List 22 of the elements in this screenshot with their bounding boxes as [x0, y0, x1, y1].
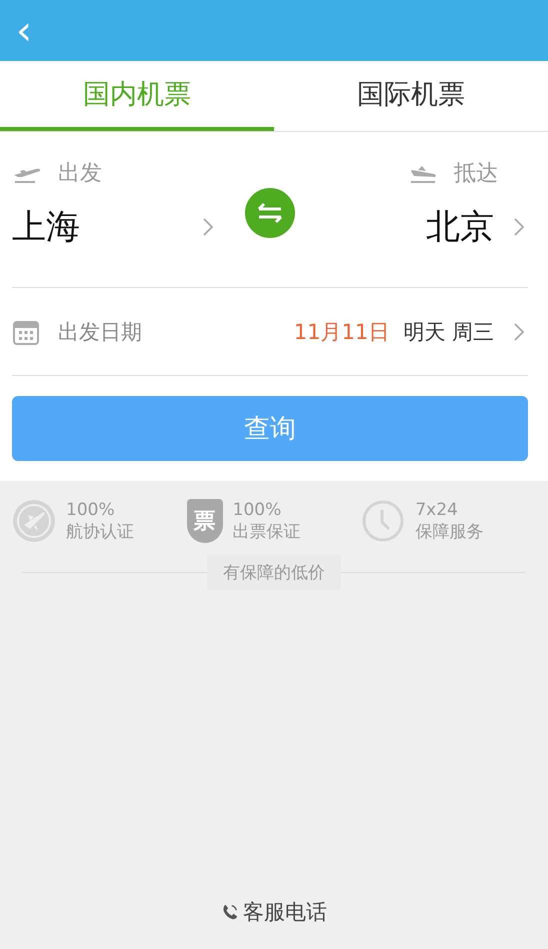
- tab[interactable]: 国际机票: [274, 61, 548, 131]
- arrival-city-selector[interactable]: 北京: [323, 204, 528, 250]
- departure-city-selector[interactable]: 上海: [12, 204, 217, 250]
- guarantee-label: 保障服务: [415, 520, 484, 542]
- slogan-label: 有保障的低价: [207, 555, 341, 590]
- guarantee-label: 出票保证: [232, 520, 301, 542]
- guarantee-figure: 7x24: [415, 500, 459, 520]
- departure-label: 出发: [58, 160, 102, 188]
- airplane-seal-icon: [12, 499, 56, 543]
- clock-icon: [361, 499, 406, 543]
- guarantee-label: 航协认证: [66, 520, 134, 542]
- chevron-icon: [514, 322, 524, 340]
- customer-service-link[interactable]: 客服电话: [215, 897, 333, 927]
- arrival-label: 抵达: [454, 160, 498, 188]
- chevron-icon: [514, 218, 524, 236]
- guarantee-figure: 100%: [232, 500, 282, 520]
- chevron-icon: [203, 218, 213, 236]
- date-selector[interactable]: 出发日期 11月11日 明天 周三: [12, 288, 528, 376]
- guarantee-figure: 100%: [66, 500, 116, 520]
- shield-icon: 票: [186, 499, 223, 543]
- swap-button[interactable]: [245, 188, 295, 238]
- phone-icon: [221, 903, 239, 921]
